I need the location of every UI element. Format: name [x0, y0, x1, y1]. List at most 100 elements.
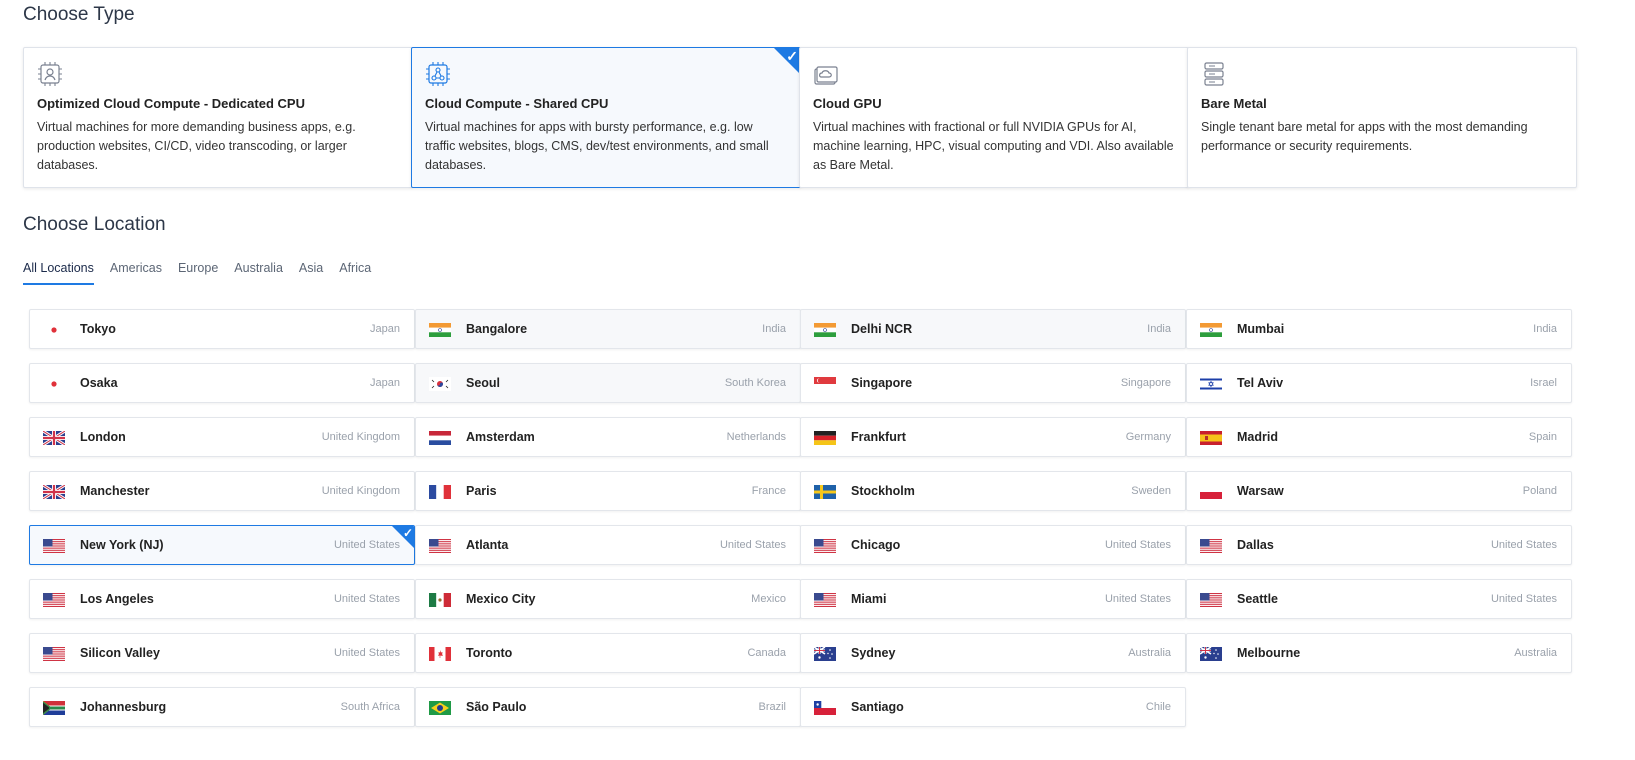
location-card-paris[interactable]: Paris France [415, 471, 801, 511]
flag-es-icon [1200, 431, 1222, 445]
type-card-optimized-cloud-compute[interactable]: Optimized Cloud Compute - Dedicated CPU … [23, 47, 413, 188]
location-country: United States [1490, 593, 1557, 605]
location-card-mexico-city[interactable]: Mexico City Mexico [415, 579, 801, 619]
location-city: Silicon Valley [80, 646, 160, 660]
location-card-osaka[interactable]: Osaka Japan [29, 363, 415, 403]
location-card-dallas[interactable]: Dallas United States [1186, 525, 1572, 565]
location-card-santiago[interactable]: Santiago Chile [800, 687, 1186, 727]
location-region-tabs: All Locations Americas Europe Australia … [23, 258, 387, 285]
location-card-bangalore[interactable]: Bangalore India [415, 309, 801, 349]
location-city: Singapore [851, 376, 913, 390]
location-card-sydney[interactable]: Sydney Australia [800, 633, 1186, 673]
type-card-description: Virtual machines for apps with bursty pe… [425, 120, 769, 172]
location-country: India [1533, 323, 1557, 335]
location-city: Delhi NCR [851, 322, 913, 336]
location-card-miami[interactable]: Miami United States [800, 579, 1186, 619]
location-card-johannesburg[interactable]: Johannesburg South Africa [29, 687, 415, 727]
location-country: United States [333, 539, 400, 551]
flag-pl-icon [1200, 485, 1222, 499]
type-card-cloud-gpu[interactable]: Cloud GPU Virtual machines with fraction… [799, 47, 1189, 188]
location-country: Australia [1514, 647, 1557, 659]
location-city: Atlanta [466, 538, 509, 552]
location-card-chicago[interactable]: Chicago United States [800, 525, 1186, 565]
location-card-frankfurt[interactable]: Frankfurt Germany [800, 417, 1186, 457]
location-city: Seoul [466, 376, 501, 390]
location-city: Madrid [1237, 430, 1278, 444]
tab-all-locations[interactable]: All Locations [23, 258, 94, 285]
flag-us-icon [43, 539, 65, 553]
location-card-silicon-valley[interactable]: Silicon Valley United States [29, 633, 415, 673]
location-card-los-angeles[interactable]: Los Angeles United States [29, 579, 415, 619]
tab-europe[interactable]: Europe [178, 258, 218, 285]
location-city: São Paulo [466, 700, 527, 714]
flag-au-icon [814, 647, 836, 661]
location-card-sao-paulo[interactable]: São Paulo Brazil [415, 687, 801, 727]
location-country: Mexico [751, 593, 786, 605]
type-card-bare-metal[interactable]: Bare Metal Single tenant bare metal for … [1187, 47, 1577, 188]
location-card-new-york-nj[interactable]: New York (NJ) United States ✓ [29, 525, 415, 565]
tab-australia[interactable]: Australia [234, 258, 283, 285]
type-card-description: Virtual machines for more demanding busi… [37, 120, 356, 172]
location-card-toronto[interactable]: Toronto Canada [415, 633, 801, 673]
flag-za-icon [43, 701, 65, 715]
location-card-london[interactable]: London United Kingdom [29, 417, 415, 457]
check-icon: ✓ [786, 48, 798, 64]
location-city: Manchester [80, 484, 150, 498]
flag-jp-icon [43, 323, 65, 337]
location-city: Stockholm [851, 484, 915, 498]
location-country: United States [719, 539, 786, 551]
flag-cl-icon [814, 701, 836, 715]
tab-americas[interactable]: Americas [110, 258, 162, 285]
location-card-singapore[interactable]: Singapore Singapore [800, 363, 1186, 403]
location-city: Miami [851, 592, 887, 606]
flag-in-icon [814, 323, 836, 337]
tab-africa[interactable]: Africa [339, 258, 371, 285]
type-card-cloud-compute-shared[interactable]: Cloud Compute - Shared CPU Virtual machi… [411, 47, 801, 188]
location-card-tokyo[interactable]: Tokyo Japan [29, 309, 415, 349]
flag-gb-icon [43, 431, 65, 445]
choose-type-title: Choose Type [23, 4, 135, 25]
location-card-melbourne[interactable]: Melbourne Australia [1186, 633, 1572, 673]
location-card-madrid[interactable]: Madrid Spain [1186, 417, 1572, 457]
location-card-tel-aviv[interactable]: Tel Aviv Israel [1186, 363, 1572, 403]
location-city: Paris [466, 484, 497, 498]
flag-us-icon [814, 593, 836, 607]
flag-fr-icon [429, 485, 451, 499]
flag-il-icon [1200, 377, 1222, 391]
choose-location-title: Choose Location [23, 214, 166, 235]
location-card-seattle[interactable]: Seattle United States [1186, 579, 1572, 619]
tab-asia[interactable]: Asia [299, 258, 323, 285]
location-city: Toronto [466, 646, 513, 660]
chip-user-icon [38, 62, 62, 86]
location-city: Amsterdam [466, 430, 535, 444]
location-city: Osaka [80, 376, 118, 390]
location-city: Seattle [1237, 592, 1278, 606]
location-city: Los Angeles [80, 592, 154, 606]
location-city: Tel Aviv [1237, 376, 1284, 390]
flag-us-icon [43, 593, 65, 607]
location-card-amsterdam[interactable]: Amsterdam Netherlands [415, 417, 801, 457]
location-card-stockholm[interactable]: Stockholm Sweden [800, 471, 1186, 511]
location-country: South Korea [724, 377, 786, 389]
location-card-warsaw[interactable]: Warsaw Poland [1186, 471, 1572, 511]
location-city: Bangalore [466, 322, 528, 336]
location-country: Canada [747, 647, 786, 659]
location-card-seoul[interactable]: Seoul South Korea [415, 363, 801, 403]
location-city: Frankfurt [851, 430, 906, 444]
location-card-mumbai[interactable]: Mumbai India [1186, 309, 1572, 349]
location-city: Sydney [851, 646, 896, 660]
location-country: Spain [1528, 431, 1557, 443]
location-card-delhi-ncr[interactable]: Delhi NCR India [800, 309, 1186, 349]
location-city: London [80, 430, 126, 444]
flag-mx-icon [429, 593, 451, 607]
flag-us-icon [1200, 539, 1222, 553]
location-card-manchester[interactable]: Manchester United Kingdom [29, 471, 415, 511]
location-city: Johannesburg [80, 700, 167, 714]
location-country: Israel [1530, 377, 1557, 389]
flag-kr-icon [429, 377, 451, 391]
type-card-title: Cloud Compute - Shared CPU [425, 96, 609, 111]
location-card-atlanta[interactable]: Atlanta United States [415, 525, 801, 565]
flag-de-icon [814, 431, 836, 445]
location-country: United States [333, 647, 400, 659]
location-country: India [762, 323, 786, 335]
